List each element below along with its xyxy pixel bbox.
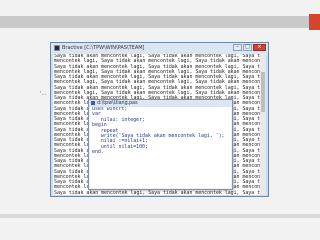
editor-window-title: d:\tpw\Ulang.pas (97, 101, 138, 106)
code-line: end. (92, 149, 104, 156)
maximize-icon[interactable]: □ (243, 44, 252, 51)
slide-header-bar (0, 16, 320, 28)
vertical-scrollbar[interactable] (260, 54, 266, 195)
slide-accent-tab (309, 14, 320, 30)
console-window-title: Bractive [C:\TPW\WIN\PAS\TEAM] (62, 45, 145, 51)
window-controls: – □ × (233, 44, 266, 51)
close-icon[interactable]: × (253, 44, 266, 51)
console-titlebar[interactable]: Bractive [C:\TPW\WIN\PAS\TEAM] – □ × (51, 43, 268, 54)
minimize-icon[interactable]: – (233, 44, 242, 51)
editor-window[interactable]: d:\tpw\Ulang.pas uses wincrt; var nilai: … (88, 99, 233, 190)
scrollbar-thumb[interactable] (261, 72, 265, 112)
console-app-icon (54, 45, 60, 51)
editor-titlebar[interactable]: d:\tpw\Ulang.pas (89, 100, 232, 107)
file-icon (91, 101, 95, 105)
console-output-line: Saya tidak akan mencontek lagi, Saya tid… (54, 189, 260, 195)
slide-footer-rule (0, 214, 320, 218)
cursor-ellipsis: '… (40, 91, 47, 97)
code-editor[interactable]: uses wincrt; var nilai: integer; begin rep… (90, 107, 231, 188)
